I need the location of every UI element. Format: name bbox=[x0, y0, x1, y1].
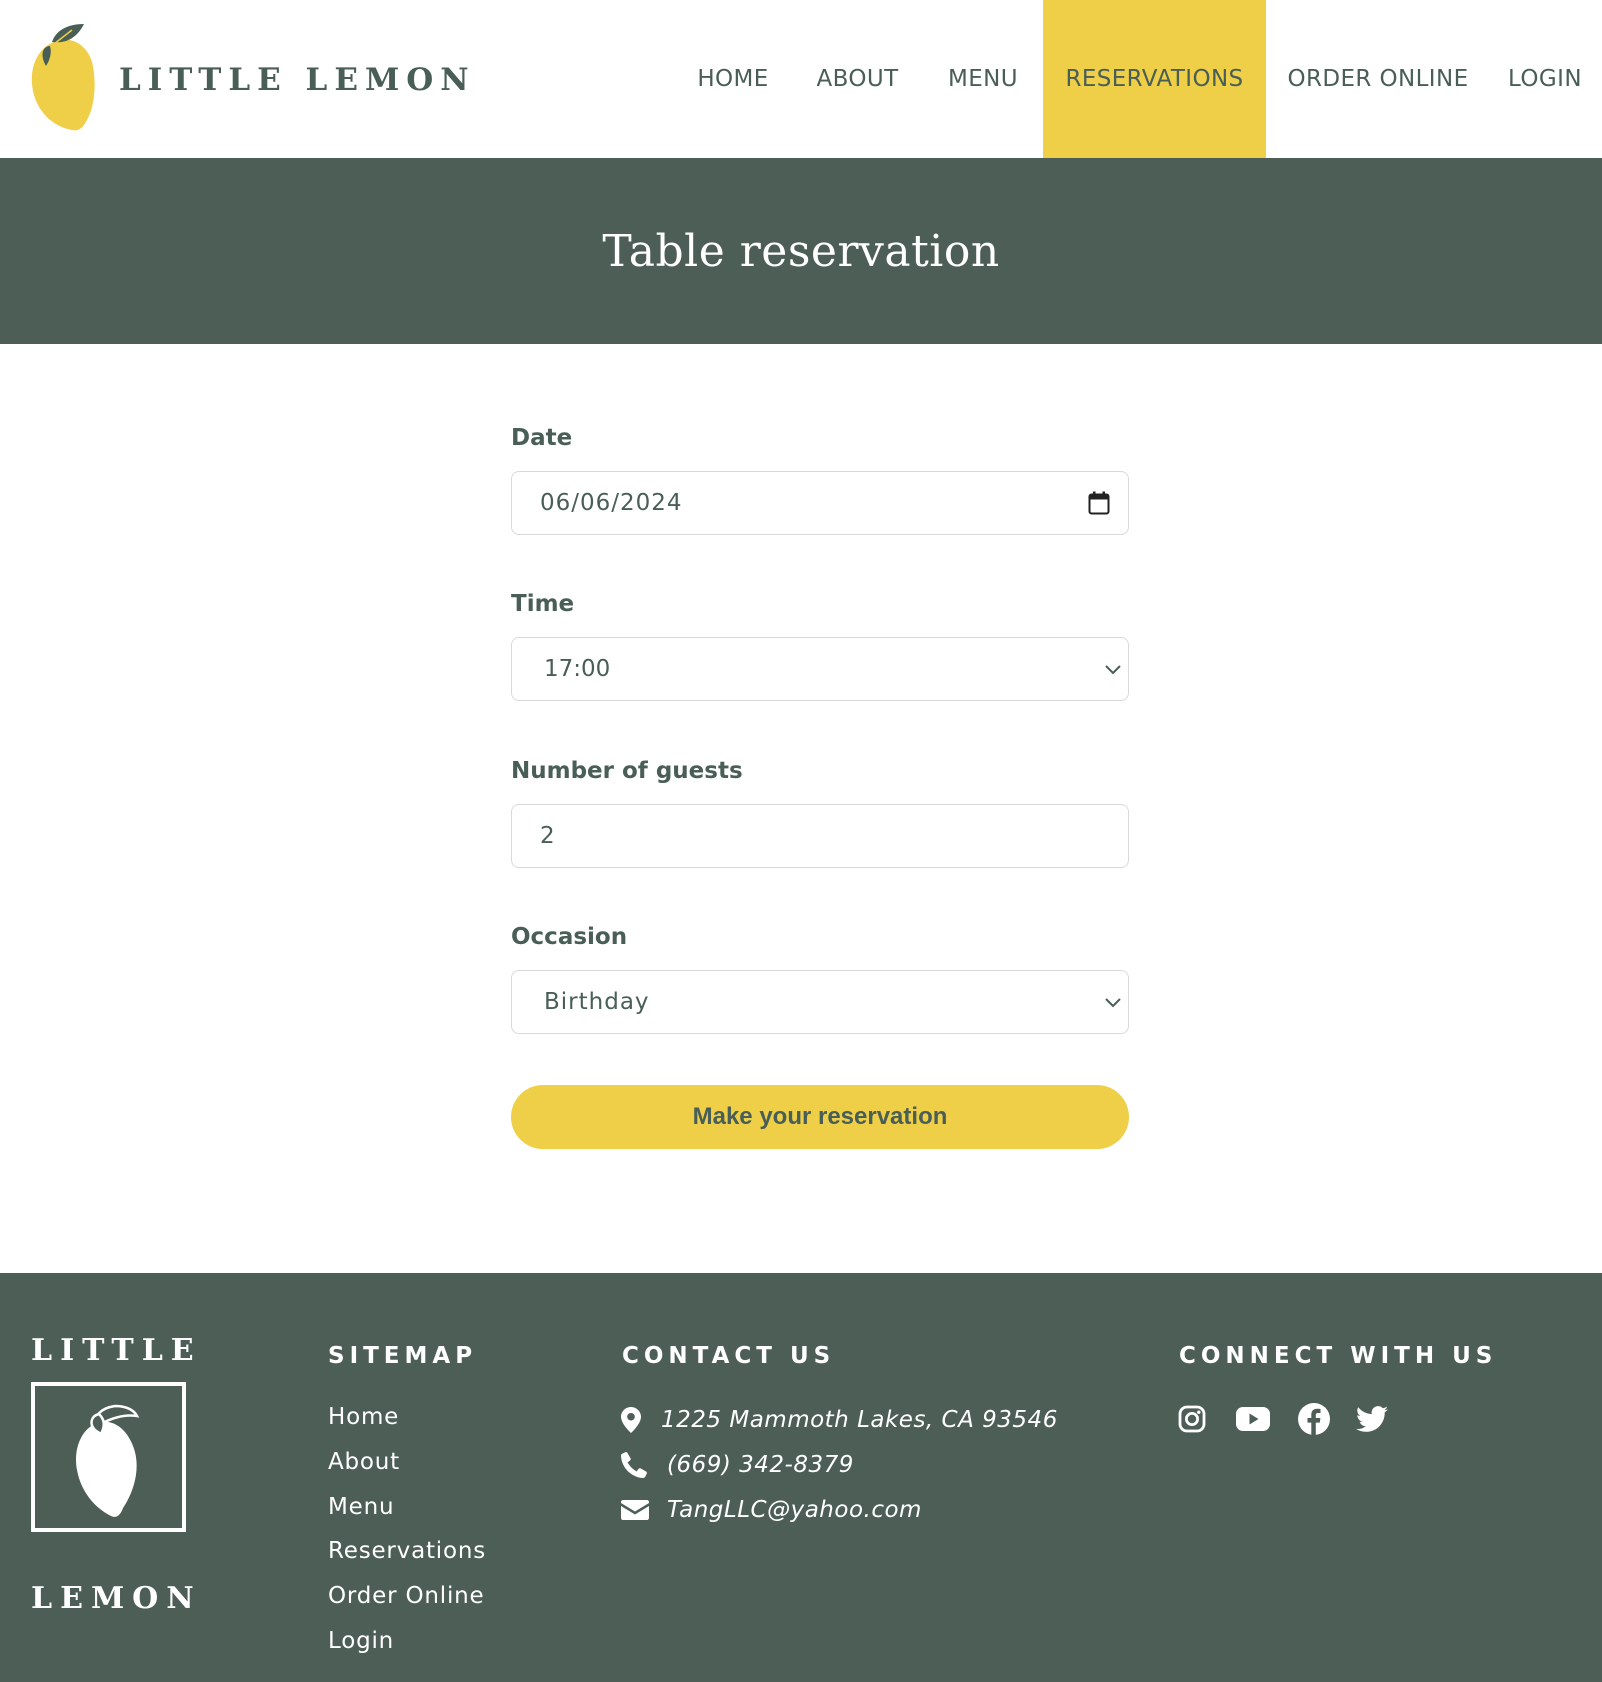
nav-home[interactable]: HOME bbox=[678, 0, 788, 158]
occasion-label: Occasion bbox=[511, 924, 628, 950]
chevron-down-icon bbox=[1104, 996, 1122, 1008]
calendar-icon[interactable] bbox=[1088, 491, 1110, 515]
contact-email[interactable]: TangLLC@yahoo.com bbox=[621, 1495, 922, 1525]
footer-link-home[interactable]: Home bbox=[328, 1404, 399, 1430]
nav-login[interactable]: LOGIN bbox=[1494, 0, 1596, 158]
youtube-icon[interactable] bbox=[1236, 1406, 1270, 1432]
date-label: Date bbox=[511, 425, 573, 451]
nav-reservations[interactable]: RESERVATIONS bbox=[1043, 0, 1266, 158]
sitemap-heading: SITEMAP bbox=[328, 1343, 478, 1369]
contact-email-text: TangLLC@yahoo.com bbox=[667, 1497, 922, 1523]
footer-link-menu[interactable]: Menu bbox=[328, 1494, 394, 1520]
footer-link-order-online[interactable]: Order Online bbox=[328, 1583, 484, 1609]
time-value: 17:00 bbox=[544, 656, 611, 682]
date-input[interactable]: 06/06/2024 bbox=[511, 471, 1129, 535]
guests-label: Number of guests bbox=[511, 758, 743, 784]
chevron-down-icon bbox=[1104, 663, 1122, 675]
main-nav: HOME ABOUT MENU RESERVATIONS ORDER ONLIN… bbox=[0, 0, 1602, 158]
occasion-value: Birthday bbox=[544, 989, 650, 1015]
date-value: 06/06/2024 bbox=[540, 490, 683, 516]
envelope-icon bbox=[621, 1500, 667, 1520]
contact-phone-text: (669) 342-8379 bbox=[667, 1452, 854, 1478]
social-links bbox=[1178, 1403, 1414, 1435]
instagram-icon[interactable] bbox=[1178, 1405, 1206, 1433]
nav-order-online[interactable]: ORDER ONLINE bbox=[1278, 0, 1478, 158]
time-label: Time bbox=[511, 591, 575, 617]
site-footer: LITTLE LEMON SITEMAP Home About Menu Res… bbox=[0, 1273, 1602, 1682]
footer-logo-text-bottom: LEMON bbox=[31, 1581, 202, 1616]
connect-heading: CONNECT WITH US bbox=[1179, 1343, 1498, 1369]
map-pin-icon bbox=[621, 1407, 661, 1433]
footer-logo-text-top: LITTLE bbox=[31, 1333, 202, 1368]
page-title: Table reservation bbox=[602, 225, 1000, 277]
phone-icon bbox=[621, 1452, 667, 1478]
time-select[interactable]: 17:00 bbox=[511, 637, 1129, 701]
make-reservation-button[interactable]: Make your reservation bbox=[511, 1085, 1129, 1149]
guests-input[interactable]: 2 bbox=[511, 804, 1129, 868]
footer-logo-box[interactable] bbox=[31, 1382, 186, 1532]
site-header: LITTLE LEMON HOME ABOUT MENU RESERVATION… bbox=[0, 0, 1602, 158]
occasion-select[interactable]: Birthday bbox=[511, 970, 1129, 1034]
footer-link-reservations[interactable]: Reservations bbox=[328, 1538, 486, 1564]
lemon-logo-icon bbox=[76, 1404, 140, 1517]
contact-heading: CONTACT US bbox=[622, 1343, 836, 1369]
nav-menu[interactable]: MENU bbox=[928, 0, 1038, 158]
contact-address: 1225 Mammoth Lakes, CA 93546 bbox=[621, 1405, 1058, 1435]
hero-banner: Table reservation bbox=[0, 158, 1602, 344]
twitter-icon[interactable] bbox=[1356, 1405, 1388, 1433]
footer-link-login[interactable]: Login bbox=[328, 1628, 394, 1654]
facebook-icon[interactable] bbox=[1298, 1403, 1330, 1435]
contact-address-text: 1225 Mammoth Lakes, CA 93546 bbox=[661, 1407, 1058, 1433]
guests-value: 2 bbox=[540, 823, 555, 849]
nav-about[interactable]: ABOUT bbox=[800, 0, 915, 158]
contact-phone[interactable]: (669) 342-8379 bbox=[621, 1450, 854, 1480]
footer-link-about[interactable]: About bbox=[328, 1449, 400, 1475]
